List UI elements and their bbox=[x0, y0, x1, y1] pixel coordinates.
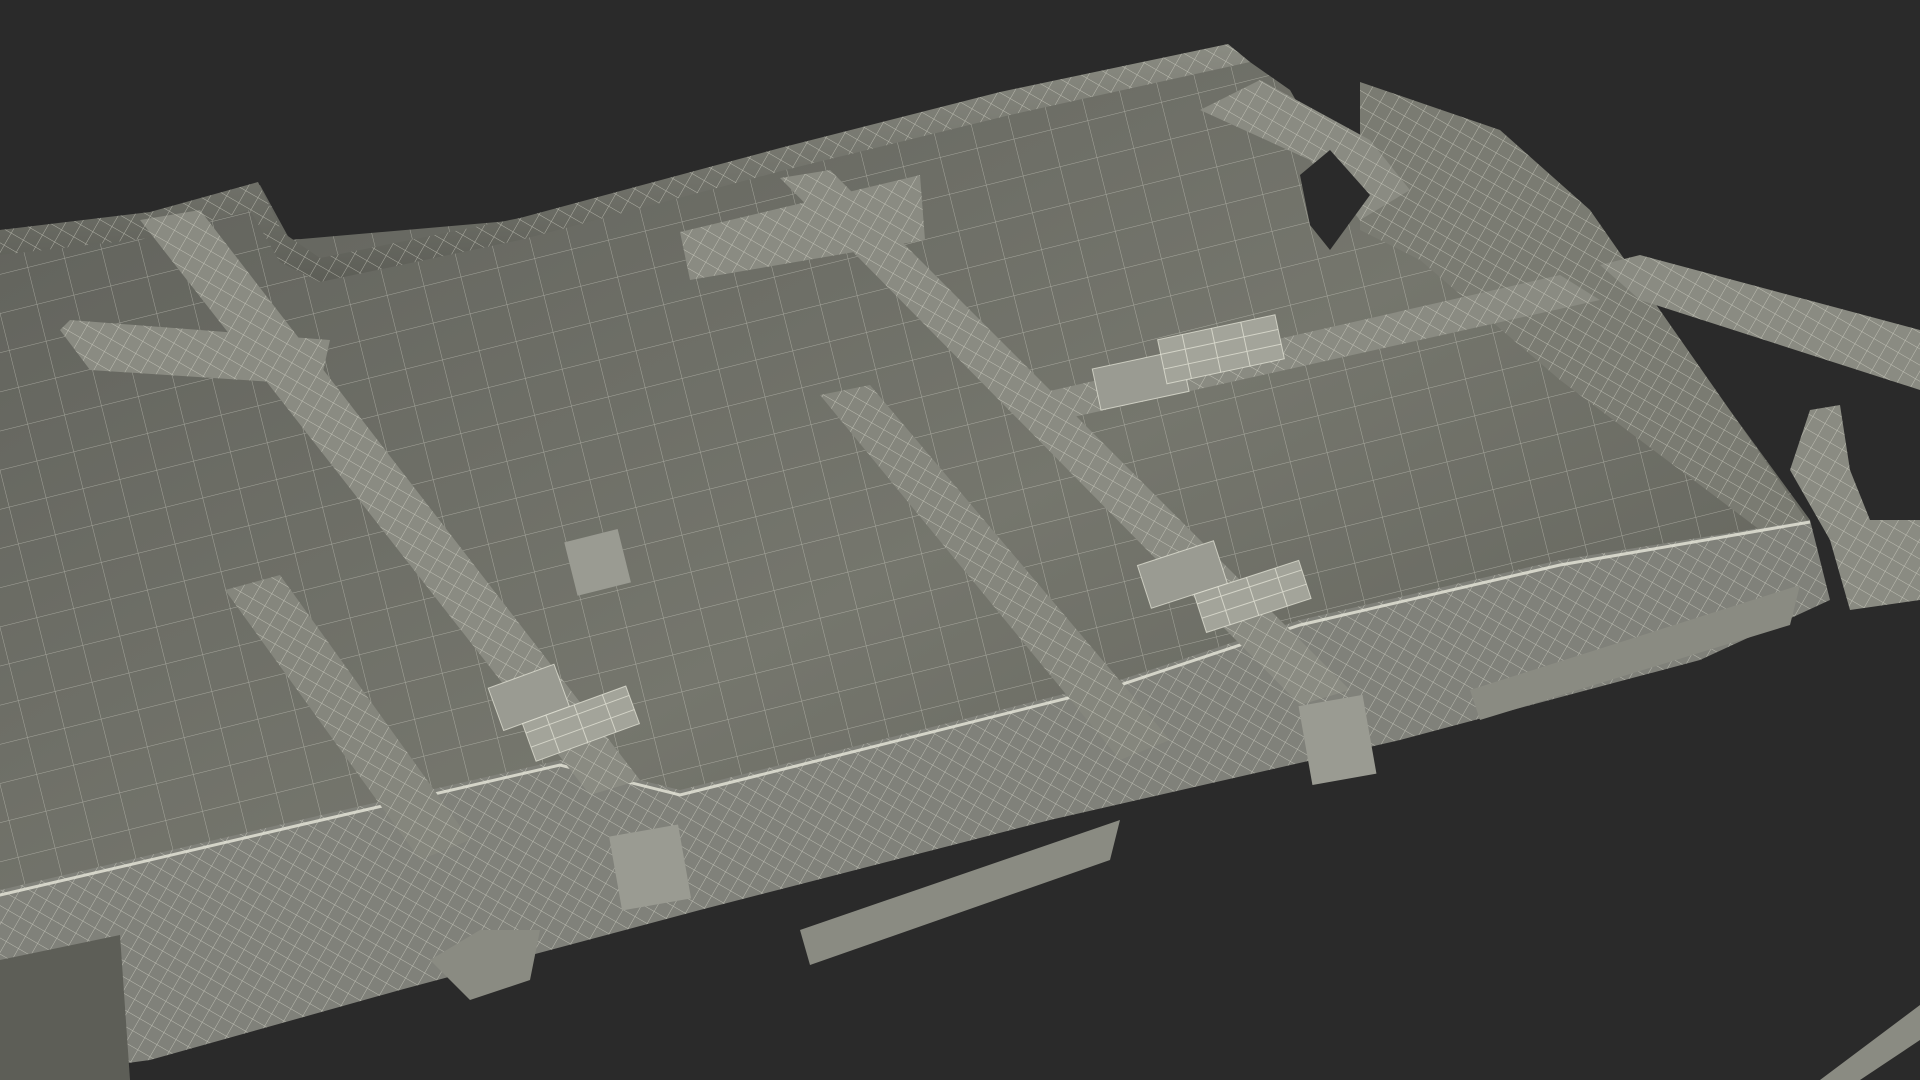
wireframe-render-viewport bbox=[0, 0, 1920, 1080]
lower-left-shadow bbox=[0, 935, 130, 1080]
rim-clip-front-left bbox=[609, 824, 692, 911]
wireframe-render bbox=[0, 0, 1920, 1080]
rim-clip-front-center bbox=[1298, 694, 1377, 785]
